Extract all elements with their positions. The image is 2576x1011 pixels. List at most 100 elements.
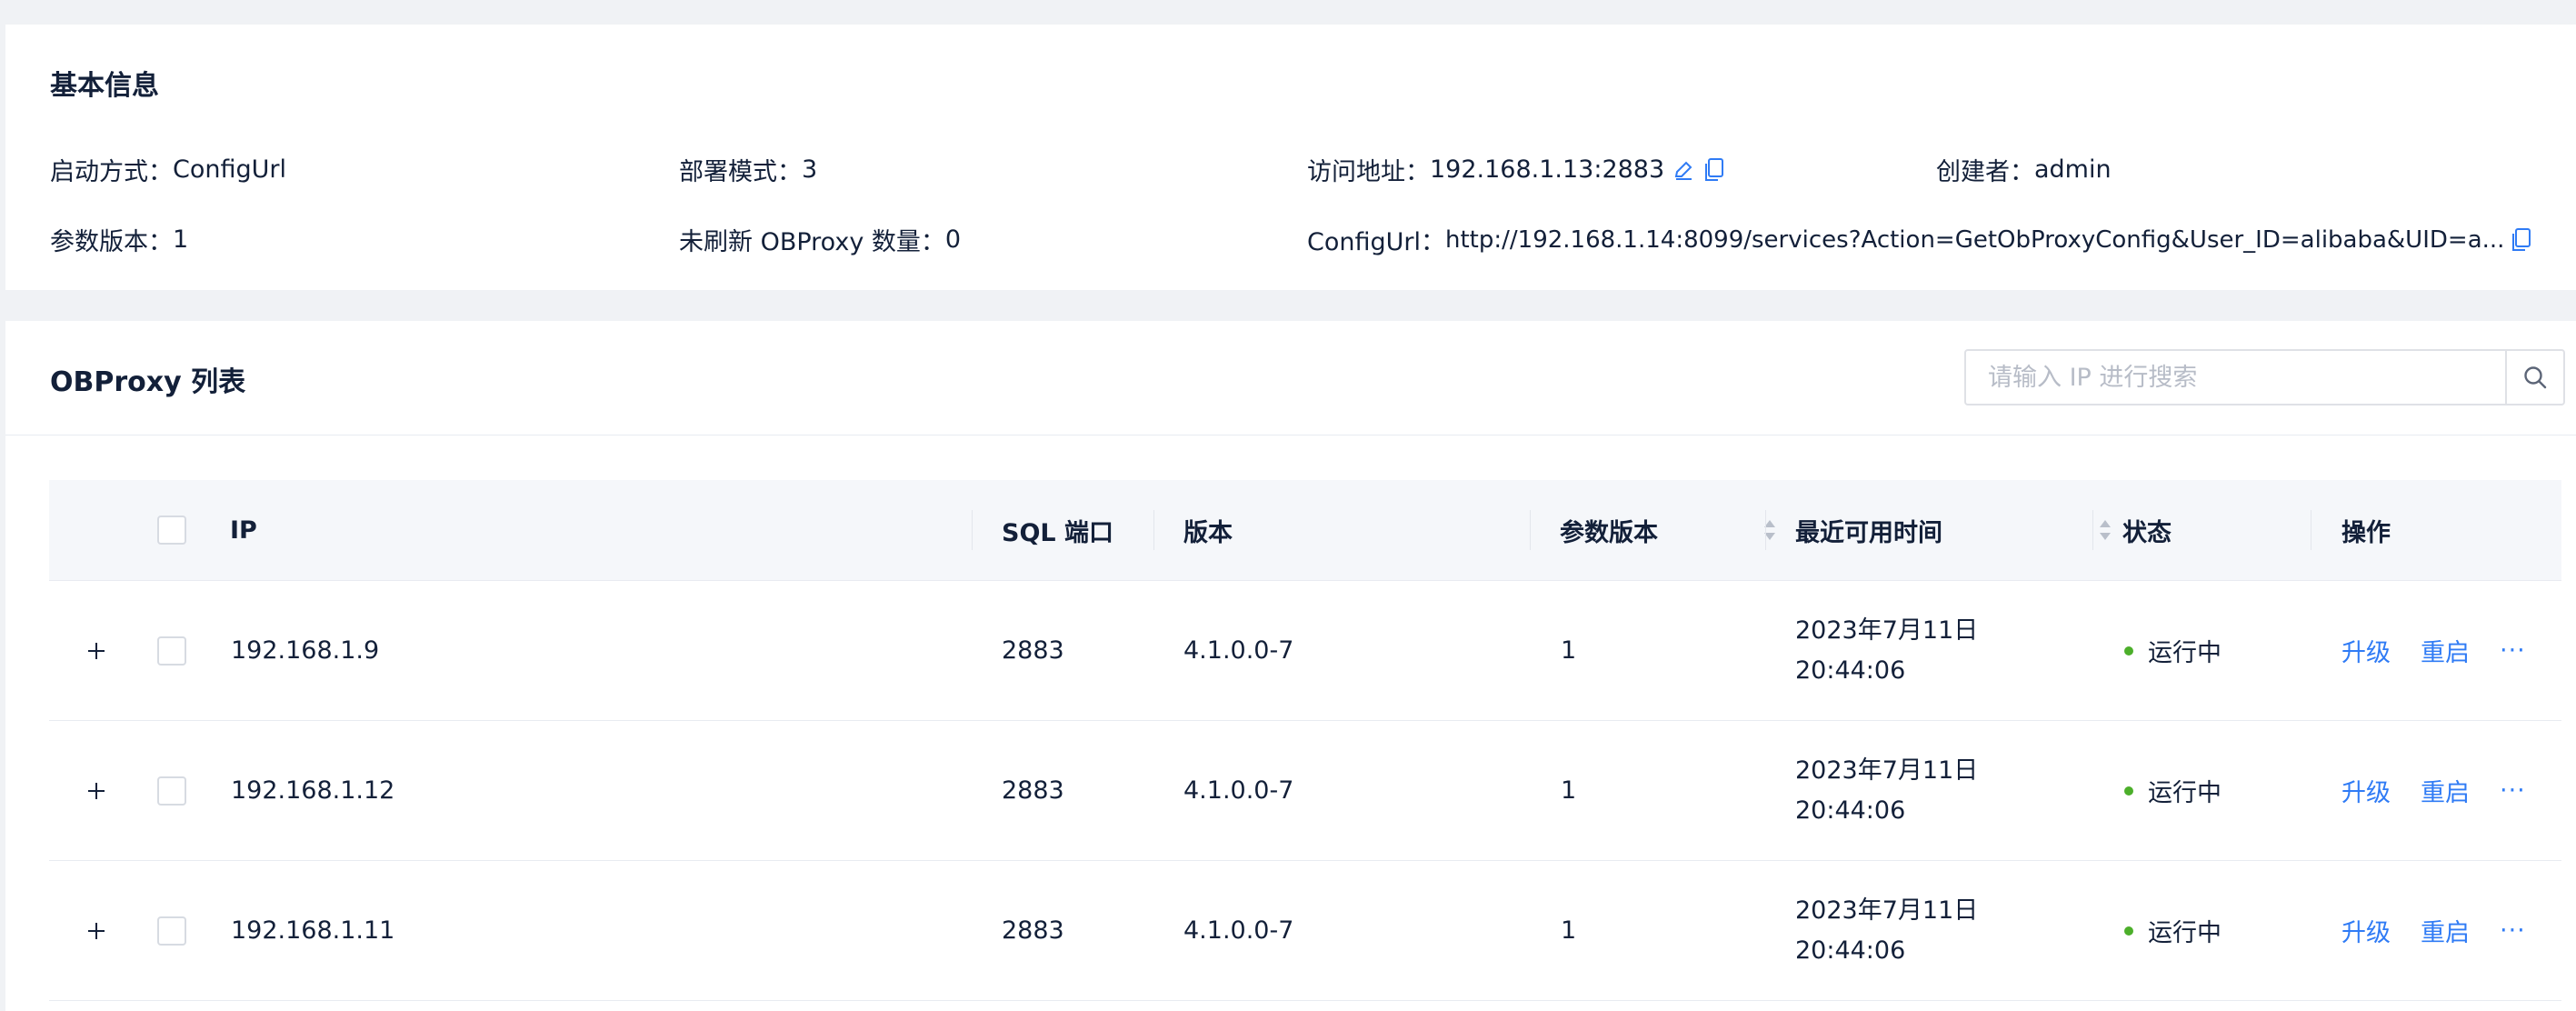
upgrade-button[interactable]: 升级 bbox=[2341, 913, 2391, 948]
cell-sql-port: 2883 bbox=[1002, 636, 1064, 665]
search-button[interactable] bbox=[2505, 351, 2563, 404]
sort-icon[interactable] bbox=[1762, 516, 1778, 544]
column-separator bbox=[1530, 510, 1531, 550]
cell-time: 20:44:06 bbox=[1795, 936, 1906, 965]
obproxy-list-title: OBProxy 列表 bbox=[50, 366, 246, 398]
cell-date: 2023年7月11日 bbox=[1795, 756, 1979, 785]
creator-label: 创建者： bbox=[1936, 158, 2034, 186]
expand-plus-icon[interactable] bbox=[84, 638, 109, 664]
cell-version: 4.1.0.0-7 bbox=[1183, 776, 1294, 805]
cell-actions: 升级 重启 ··· bbox=[2341, 861, 2526, 1000]
cell-last-available: 2023年7月11日 20:44:06 bbox=[1795, 861, 1978, 1000]
access-address-label: 访问地址： bbox=[1307, 158, 1430, 186]
restart-button[interactable]: 重启 bbox=[2421, 773, 2470, 808]
creator-item: 创建者： admin bbox=[1936, 152, 2112, 187]
column-version: 版本 bbox=[1183, 518, 1233, 547]
cell-sql-port: 2883 bbox=[1002, 776, 1064, 805]
row-checkbox[interactable] bbox=[157, 636, 186, 666]
cell-time: 20:44:06 bbox=[1795, 656, 1906, 685]
creator-value: admin bbox=[2034, 155, 2112, 184]
start-mode-value: ConfigUrl bbox=[173, 155, 286, 184]
column-separator bbox=[2092, 510, 2093, 550]
column-param-version[interactable]: 参数版本 bbox=[1560, 480, 1778, 580]
column-separator bbox=[1765, 510, 1766, 550]
cell-param-version: 1 bbox=[1561, 636, 1577, 665]
row-checkbox[interactable] bbox=[157, 776, 186, 806]
table-row: 192.168.1.9 2883 4.1.0.0-7 1 2023年7月11日 … bbox=[49, 581, 2561, 721]
cell-version: 4.1.0.0-7 bbox=[1183, 916, 1294, 945]
restart-button[interactable]: 重启 bbox=[2421, 633, 2470, 668]
param-version-value: 1 bbox=[173, 225, 189, 254]
cell-version: 4.1.0.0-7 bbox=[1183, 636, 1294, 665]
unrefreshed-obproxy-value: 0 bbox=[944, 225, 962, 254]
search-input[interactable] bbox=[1966, 351, 2501, 404]
cell-ip: 192.168.1.11 bbox=[231, 916, 395, 945]
deploy-mode-value: 3 bbox=[802, 155, 818, 184]
cell-date: 2023年7月11日 bbox=[1795, 616, 1979, 645]
search-icon bbox=[2524, 366, 2547, 389]
deploy-mode-label: 部署模式： bbox=[679, 158, 802, 186]
cell-last-available: 2023年7月11日 20:44:06 bbox=[1795, 721, 1978, 860]
more-actions-button[interactable]: ··· bbox=[2500, 636, 2526, 665]
expand-cell bbox=[84, 861, 109, 1000]
expand-cell bbox=[84, 581, 109, 720]
param-version-label: 参数版本： bbox=[50, 228, 173, 256]
cell-ip: 192.168.1.9 bbox=[231, 636, 380, 665]
status-dot bbox=[2124, 926, 2133, 936]
deploy-mode-item: 部署模式： 3 bbox=[679, 152, 817, 187]
column-ip: IP bbox=[230, 516, 257, 545]
column-last-available-label: 最近可用时间 bbox=[1795, 518, 1942, 547]
select-all-cell bbox=[157, 480, 186, 580]
expand-plus-icon[interactable] bbox=[84, 918, 109, 944]
access-address-item: 访问地址： 192.168.1.13:2883 bbox=[1307, 152, 1724, 187]
table-header: IP SQL 端口 版本 参数版本 最近可用时间 状态 操作 bbox=[49, 480, 2561, 581]
more-actions-button[interactable]: ··· bbox=[2500, 916, 2526, 945]
status-text: 运行中 bbox=[2148, 919, 2222, 947]
unrefreshed-obproxy-item: 未刷新 OBProxy 数量： 0 bbox=[679, 222, 961, 257]
restart-button[interactable]: 重启 bbox=[2421, 913, 2470, 948]
column-separator bbox=[972, 510, 973, 550]
cell-time: 20:44:06 bbox=[1795, 796, 1906, 825]
more-actions-button[interactable]: ··· bbox=[2500, 776, 2526, 805]
copy-icon[interactable] bbox=[2510, 227, 2531, 253]
obproxy-list-card: OBProxy 列表 IP SQL 端口 版本 参数版本 bbox=[5, 321, 2576, 1011]
upgrade-button[interactable]: 升级 bbox=[2341, 633, 2391, 668]
sort-icon[interactable] bbox=[2097, 516, 2113, 544]
cell-sql-port: 2883 bbox=[1002, 916, 1064, 945]
status-dot bbox=[2124, 786, 2133, 796]
cell-actions: 升级 重启 ··· bbox=[2341, 581, 2526, 720]
status-text: 运行中 bbox=[2148, 779, 2222, 807]
row-checkbox-cell bbox=[157, 861, 186, 1000]
cell-ip: 192.168.1.12 bbox=[231, 776, 395, 805]
cell-date: 2023年7月11日 bbox=[1795, 896, 1979, 925]
start-mode-label: 启动方式： bbox=[50, 158, 173, 186]
basic-info-card: 基本信息 启动方式： ConfigUrl 部署模式： 3 访问地址： 192.1… bbox=[5, 25, 2576, 290]
cell-status: 运行中 bbox=[2124, 721, 2222, 860]
row-checkbox-cell bbox=[157, 721, 186, 860]
basic-info-title: 基本信息 bbox=[50, 70, 159, 102]
configurl-value: http://192.168.1.14:8099/services?Action… bbox=[1445, 225, 2505, 254]
select-all-checkbox[interactable] bbox=[157, 516, 186, 545]
search-box bbox=[1964, 349, 2565, 405]
column-last-available[interactable]: 最近可用时间 bbox=[1795, 480, 2113, 580]
column-separator bbox=[1153, 510, 1154, 550]
configurl-label: ConfigUrl： bbox=[1307, 228, 1445, 256]
upgrade-button[interactable]: 升级 bbox=[2341, 773, 2391, 808]
status-dot bbox=[2124, 646, 2133, 656]
configurl-item: ConfigUrl： http://192.168.1.14:8099/serv… bbox=[1307, 222, 2531, 257]
expand-cell bbox=[84, 721, 109, 860]
cell-actions: 升级 重启 ··· bbox=[2341, 721, 2526, 860]
column-param-version-label: 参数版本 bbox=[1560, 518, 1658, 547]
row-checkbox[interactable] bbox=[157, 916, 186, 946]
cell-status: 运行中 bbox=[2124, 581, 2222, 720]
copy-icon[interactable] bbox=[1702, 157, 1724, 183]
status-text: 运行中 bbox=[2148, 639, 2222, 667]
expand-plus-icon[interactable] bbox=[84, 778, 109, 804]
cell-param-version: 1 bbox=[1561, 916, 1577, 945]
edit-icon[interactable] bbox=[1672, 158, 1695, 182]
cell-param-version: 1 bbox=[1561, 776, 1577, 805]
table-row: 192.168.1.12 2883 4.1.0.0-7 1 2023年7月11日… bbox=[49, 721, 2561, 861]
unrefreshed-obproxy-label: 未刷新 OBProxy 数量： bbox=[679, 228, 945, 256]
column-sql-port: SQL 端口 bbox=[1002, 518, 1114, 547]
table-row: 192.168.1.11 2883 4.1.0.0-7 1 2023年7月11日… bbox=[49, 861, 2561, 1001]
